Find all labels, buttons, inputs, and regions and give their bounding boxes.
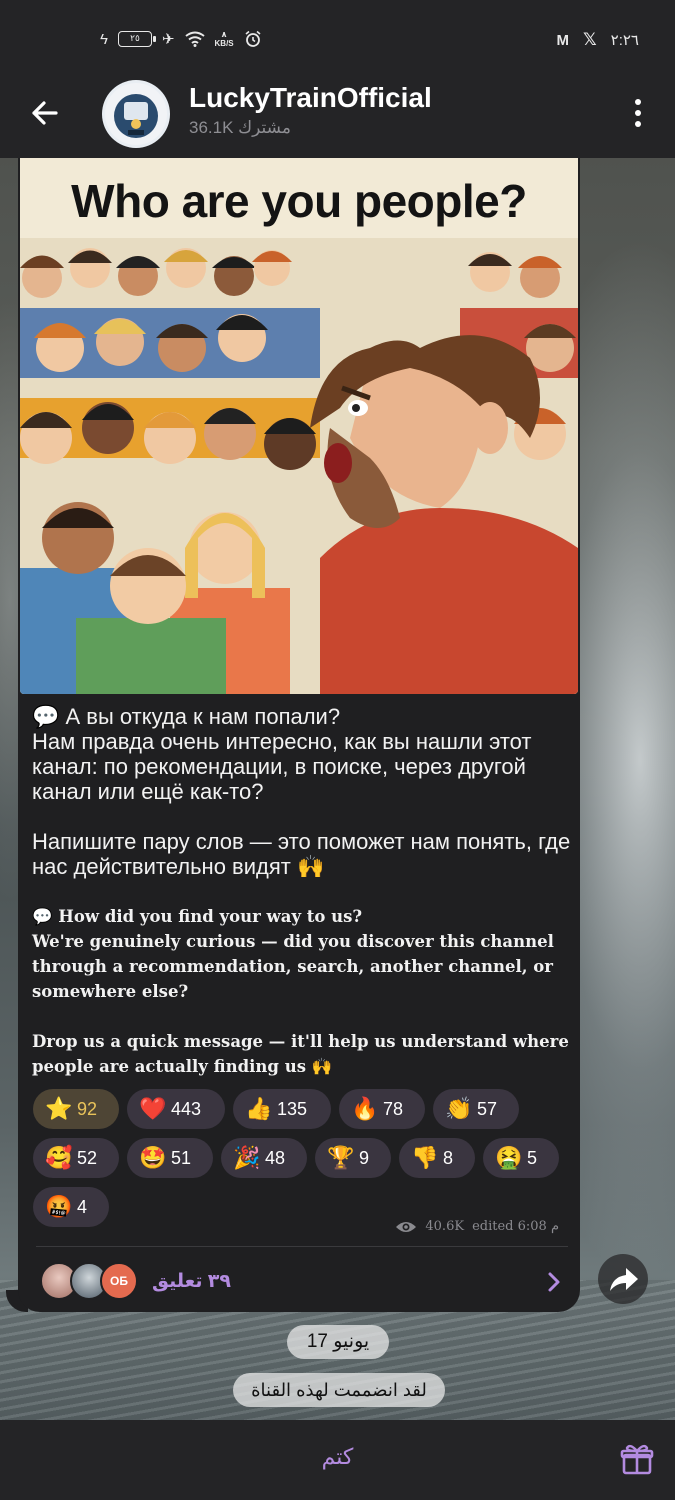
- battery-icon: ٢٥: [117, 31, 156, 47]
- status-icons-left: ϟ ٢٥ ✈ ٨ KB/S: [100, 30, 262, 48]
- reaction-party[interactable]: 🎉 48: [221, 1138, 307, 1178]
- reaction-thumbs-up[interactable]: 👍 135: [233, 1089, 331, 1129]
- star-icon: ⭐: [45, 1096, 73, 1121]
- channel-avatar[interactable]: [102, 80, 170, 148]
- reaction-count: 78: [383, 1098, 404, 1119]
- message-text-en: 💬 How did you find your way to us? We're…: [32, 904, 572, 1104]
- edited-time: edited 6:08 م: [472, 1219, 559, 1234]
- thumbs-down-icon: 👎: [411, 1145, 439, 1170]
- share-button[interactable]: [598, 1254, 648, 1304]
- commenter-avatar: ОБ: [100, 1262, 138, 1300]
- x-app-icon: 𝕏: [582, 30, 597, 49]
- smiling-hearts-icon: 🥰: [45, 1145, 73, 1170]
- message-text-ru: 💬 А вы откуда к нам попали? Нам правда о…: [32, 704, 572, 904]
- message-meta: 40.6K edited 6:08 م: [395, 1219, 559, 1234]
- wifi-icon: [184, 31, 205, 47]
- back-arrow-icon[interactable]: [28, 96, 62, 130]
- more-menu-icon[interactable]: [631, 98, 645, 128]
- en-paragraph-2: Drop us a quick message — it'll help us …: [32, 1032, 569, 1076]
- vomiting-face-icon: 🤮: [495, 1145, 523, 1170]
- clock: ٢:٢٦: [610, 32, 639, 49]
- reaction-count: 443: [171, 1098, 202, 1119]
- reaction-smiling-hearts[interactable]: 🥰 52: [33, 1138, 119, 1178]
- reaction-count: 9: [359, 1147, 370, 1168]
- battery-level: ٢٥: [130, 33, 140, 43]
- reaction-star-struck[interactable]: 🤩 51: [127, 1138, 213, 1178]
- view-count: 40.6K: [425, 1219, 465, 1234]
- reaction-thumbs-down[interactable]: 👎 8: [399, 1138, 475, 1178]
- comments-divider: [36, 1246, 568, 1247]
- service-message: لقد انضممت لهذه القناة: [233, 1373, 445, 1407]
- network-speed: ٨ KB/S: [215, 30, 234, 48]
- chevron-right-icon: [548, 1272, 560, 1292]
- post-image[interactable]: Who are you people?: [20, 158, 578, 694]
- share-arrow-icon: [610, 1268, 638, 1291]
- ru-paragraph-2: Напишите пару слов — это поможет нам пон…: [32, 829, 571, 879]
- commenter-initials: ОБ: [110, 1274, 128, 1288]
- gift-icon[interactable]: [620, 1442, 654, 1476]
- reaction-count: 8: [443, 1147, 454, 1168]
- reaction-count: 5: [527, 1147, 538, 1168]
- reaction-star[interactable]: ⭐ 92: [33, 1089, 119, 1129]
- en-paragraph-1: 💬 How did you find your way to us? We're…: [32, 907, 554, 1001]
- reaction-trophy[interactable]: 🏆 9: [315, 1138, 391, 1178]
- comments-count: ٣٩ تعليق: [152, 1271, 231, 1292]
- reaction-count: 4: [77, 1196, 88, 1217]
- reaction-count: 135: [277, 1098, 308, 1119]
- reaction-count: 48: [265, 1147, 286, 1168]
- party-popper-icon: 🎉: [233, 1145, 261, 1170]
- reaction-heart[interactable]: ❤️ 443: [127, 1089, 225, 1129]
- top-bar: ϟ ٢٥ ✈ ٨ KB/S M 𝕏 ٢:٢٦ LuckyTrainOfficial…: [0, 0, 675, 158]
- charging-icon: ϟ: [100, 30, 108, 48]
- network-speed-unit: KB/S: [214, 39, 234, 48]
- eye-icon: [396, 1221, 417, 1232]
- reaction-vomit[interactable]: 🤮 5: [483, 1138, 559, 1178]
- reaction-fire[interactable]: 🔥 78: [339, 1089, 425, 1129]
- channel-name[interactable]: LuckyTrainOfficial: [189, 82, 432, 114]
- bottom-bar: كتم: [0, 1420, 675, 1500]
- crowd-illustration: [20, 238, 578, 694]
- reaction-count: 51: [171, 1147, 192, 1168]
- thumbs-up-icon: 👍: [245, 1096, 273, 1121]
- date-separator: 17 يونيو: [287, 1325, 389, 1359]
- clapping-hands-icon: 👏: [445, 1096, 473, 1121]
- airplane-icon: ✈: [161, 31, 175, 48]
- ru-paragraph-1: 💬 А вы откуда к нам попали? Нам правда о…: [32, 704, 532, 804]
- comments-row[interactable]: ОБ ٣٩ تعليق: [40, 1262, 568, 1302]
- reaction-count: 57: [477, 1098, 498, 1119]
- reaction-count: 52: [77, 1147, 98, 1168]
- reaction-clap[interactable]: 👏 57: [433, 1089, 519, 1129]
- network-speed-value: ٨: [221, 30, 227, 39]
- train-logo-icon: [105, 83, 167, 145]
- trophy-icon: 🏆: [327, 1145, 355, 1170]
- gmail-icon: M: [556, 31, 569, 49]
- subscriber-count: 36.1K مشترك: [189, 118, 291, 137]
- star-struck-icon: 🤩: [139, 1145, 167, 1170]
- image-title: Who are you people?: [71, 175, 527, 227]
- heart-icon: ❤️: [139, 1096, 167, 1121]
- reaction-cursing[interactable]: 🤬 4: [33, 1187, 109, 1227]
- cursing-face-icon: 🤬: [45, 1194, 73, 1219]
- reaction-count: 92: [77, 1098, 98, 1119]
- status-icons-right: M 𝕏 ٢:٢٦: [556, 30, 639, 50]
- status-bar: ϟ ٢٥ ✈ ٨ KB/S M 𝕏 ٢:٢٦: [0, 26, 675, 60]
- alarm-icon: [245, 30, 261, 47]
- mute-button[interactable]: كتم: [0, 1444, 675, 1470]
- fire-icon: 🔥: [351, 1096, 379, 1121]
